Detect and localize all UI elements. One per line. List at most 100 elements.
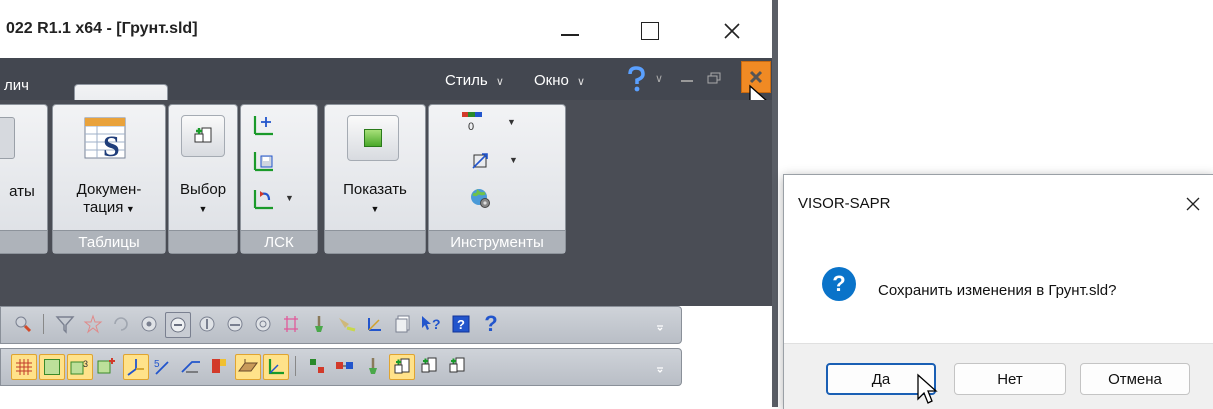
document-button[interactable]: Докумен- тация ▼ bbox=[57, 181, 161, 218]
select-element-icon[interactable] bbox=[417, 354, 441, 378]
numbering-icon[interactable]: 5 bbox=[151, 354, 175, 378]
help-book-icon[interactable]: ? bbox=[449, 312, 473, 336]
axis-z-icon[interactable] bbox=[123, 354, 149, 380]
palette-tool-icon[interactable]: 0 bbox=[457, 109, 487, 133]
ribbon-panel: аты S Докумен- тация ▼ Таблицы Выбор ▼ ▼… bbox=[0, 100, 772, 256]
zoom-all-icon[interactable] bbox=[223, 312, 247, 336]
dropdown-arrow-icon[interactable]: ▼ bbox=[509, 155, 518, 165]
zoom-tool-icon[interactable] bbox=[11, 312, 35, 336]
no-button[interactable]: Нет bbox=[954, 363, 1066, 395]
document-button-line1: Докумен- bbox=[76, 181, 142, 198]
lsk-rotate-icon[interactable] bbox=[249, 185, 277, 211]
partial-button-label[interactable]: аты bbox=[0, 183, 45, 201]
svg-text:?: ? bbox=[432, 316, 441, 332]
lsk-save-icon[interactable] bbox=[249, 147, 277, 173]
show-button[interactable]: Показать ▼ bbox=[325, 181, 425, 218]
svg-text:3: 3 bbox=[83, 359, 88, 369]
select-button[interactable]: Выбор ▼ bbox=[169, 181, 237, 218]
ribbon-group-select: Выбор ▼ bbox=[168, 104, 238, 254]
ribbon-group-lsk: ▼ ЛСК bbox=[240, 104, 318, 254]
close-icon bbox=[1186, 197, 1200, 211]
zoom-window-icon[interactable] bbox=[195, 312, 219, 336]
select-group-icon[interactable] bbox=[445, 354, 469, 378]
dropdown-arrow-icon: ▼ bbox=[370, 204, 380, 214]
slope-icon[interactable] bbox=[179, 354, 203, 378]
solid-icon[interactable] bbox=[235, 354, 261, 380]
plate-3d-icon[interactable]: 3 bbox=[67, 354, 93, 380]
mdi-minimize-icon[interactable] bbox=[681, 80, 693, 82]
drawing-canvas[interactable]: ? ? ? 3 5 bbox=[0, 306, 772, 407]
toolbar-options-icon[interactable] bbox=[653, 312, 667, 336]
toolbar-options-icon[interactable] bbox=[653, 354, 667, 378]
close-icon bbox=[724, 23, 740, 39]
main-window: 022 R1.1 x64 - [Грунт.sld] лич Грунт Сти… bbox=[0, 0, 772, 407]
settings-globe-icon[interactable] bbox=[467, 185, 493, 211]
grid-icon[interactable] bbox=[11, 354, 37, 380]
style-menu-label: Стиль bbox=[445, 72, 488, 89]
ribbon-group-tables: S Докумен- тация ▼ Таблицы bbox=[52, 104, 166, 254]
ribbon-group-show: Показать ▼ bbox=[324, 104, 426, 254]
select-button-label: Выбор bbox=[179, 181, 227, 198]
add-plate-icon[interactable] bbox=[95, 354, 119, 378]
save-dialog: VISOR-SAPR ? Сохранить изменения в Грунт… bbox=[783, 174, 1213, 409]
svg-text:S: S bbox=[103, 130, 120, 160]
dialog-close-button[interactable] bbox=[1178, 189, 1208, 219]
close-button[interactable] bbox=[712, 16, 752, 46]
filter-icon[interactable] bbox=[53, 312, 77, 336]
dropdown-arrow-icon[interactable]: ▼ bbox=[285, 193, 294, 203]
snap-tool-icon[interactable] bbox=[467, 149, 493, 173]
help-dropdown-icon[interactable]: ∨ bbox=[655, 72, 663, 85]
help-button[interactable] bbox=[625, 66, 649, 92]
node-icon[interactable] bbox=[305, 354, 329, 378]
style-menu[interactable]: Стиль ∨ bbox=[445, 72, 504, 89]
plate-icon[interactable] bbox=[39, 354, 65, 380]
mouse-cursor-icon bbox=[917, 373, 938, 404]
window-menu[interactable]: Окно ∨ bbox=[534, 72, 585, 89]
partial-button-icon bbox=[0, 117, 15, 159]
zoom-prev-icon[interactable] bbox=[251, 312, 275, 336]
lsk-axes-icon[interactable] bbox=[249, 111, 277, 137]
context-help-icon[interactable]: ? bbox=[419, 312, 443, 336]
star-select-icon[interactable] bbox=[81, 312, 105, 336]
chevron-down-icon: ∨ bbox=[495, 76, 504, 88]
document-button-line2: тация bbox=[83, 199, 124, 216]
select-button-icon bbox=[181, 115, 225, 157]
separator bbox=[41, 312, 45, 336]
cancel-button[interactable]: Отмена bbox=[1080, 363, 1190, 395]
node-link-icon[interactable] bbox=[333, 354, 357, 378]
minimize-button[interactable] bbox=[550, 16, 590, 46]
rotate-view-icon[interactable] bbox=[109, 312, 133, 336]
light-icon[interactable] bbox=[335, 312, 359, 336]
grid-frame-icon[interactable] bbox=[279, 312, 303, 336]
help-question-icon bbox=[628, 66, 645, 92]
maximize-button[interactable] bbox=[630, 16, 670, 46]
brush-icon[interactable] bbox=[307, 312, 331, 336]
corner-axes-icon[interactable] bbox=[263, 354, 289, 380]
svg-text:5: 5 bbox=[154, 359, 160, 370]
axes-icon[interactable] bbox=[363, 312, 387, 336]
zoom-fit-icon[interactable] bbox=[137, 312, 161, 336]
tab-partial[interactable]: лич bbox=[0, 70, 78, 100]
draw-toolbar: 3 5 bbox=[0, 348, 682, 386]
dropdown-arrow-icon: ▼ bbox=[198, 204, 208, 214]
zoom-out-icon[interactable] bbox=[165, 312, 191, 338]
view-toolbar: ? ? ? bbox=[0, 306, 682, 344]
window-edge bbox=[772, 0, 778, 407]
help-question-icon[interactable]: ? bbox=[479, 312, 503, 336]
mdi-restore-icon[interactable] bbox=[707, 71, 721, 84]
title-bar: 022 R1.1 x64 - [Грунт.sld] bbox=[0, 0, 772, 58]
color-fill-icon[interactable] bbox=[207, 354, 231, 378]
select-node-icon[interactable] bbox=[389, 354, 415, 380]
dialog-message: Сохранить изменения в Грунт.sld? bbox=[878, 282, 1117, 299]
dropdown-arrow-icon[interactable]: ▼ bbox=[507, 117, 516, 127]
work-area bbox=[0, 256, 772, 306]
show-button-icon bbox=[347, 115, 399, 161]
chevron-down-icon: ∨ bbox=[577, 76, 586, 88]
brush-small-icon[interactable] bbox=[361, 354, 385, 378]
group-label-tables: Таблицы bbox=[53, 230, 165, 253]
pages-icon[interactable] bbox=[391, 312, 415, 336]
question-icon: ? bbox=[822, 267, 856, 301]
ribbon-group-partial: аты bbox=[0, 104, 48, 254]
window-title: 022 R1.1 x64 - [Грунт.sld] bbox=[6, 20, 198, 37]
dropdown-arrow-icon: ▼ bbox=[123, 204, 135, 214]
